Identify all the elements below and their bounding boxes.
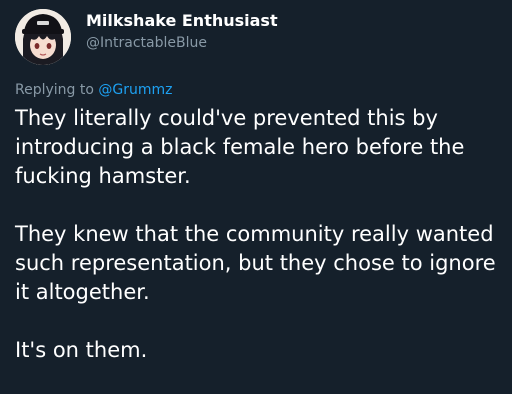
anime-avatar-icon [15,9,71,65]
reply-prefix: Replying to [15,82,94,98]
avatar[interactable] [15,9,71,65]
tweet-line: such representation, but they chose to i… [15,251,496,275]
tweet-card: Milkshake Enthusiast @IntractableBlue Re… [0,0,512,379]
tweet-line: They knew that the community really want… [15,222,494,246]
tweet-line: They literally could've prevented this b… [15,106,438,130]
tweet-line: introducing a black female hero before t… [15,135,465,159]
display-name[interactable]: Milkshake Enthusiast [86,11,278,30]
tweet-line: It's on them. [15,338,148,362]
tweet-paragraph: They knew that the community really want… [15,220,505,307]
user-handle[interactable]: @IntractableBlue [86,35,207,51]
tweet-text: They literally could've prevented this b… [15,104,505,394]
tweet-line: it altogether. [15,280,150,304]
tweet-line: fucking hamster. [15,164,191,188]
reply-mention-link[interactable]: @Grummz [98,82,172,98]
reply-context: Replying to @Grummz [15,82,173,98]
tweet-paragraph: It's on them. [15,336,505,365]
tweet-paragraph: They literally could've prevented this b… [15,104,505,191]
